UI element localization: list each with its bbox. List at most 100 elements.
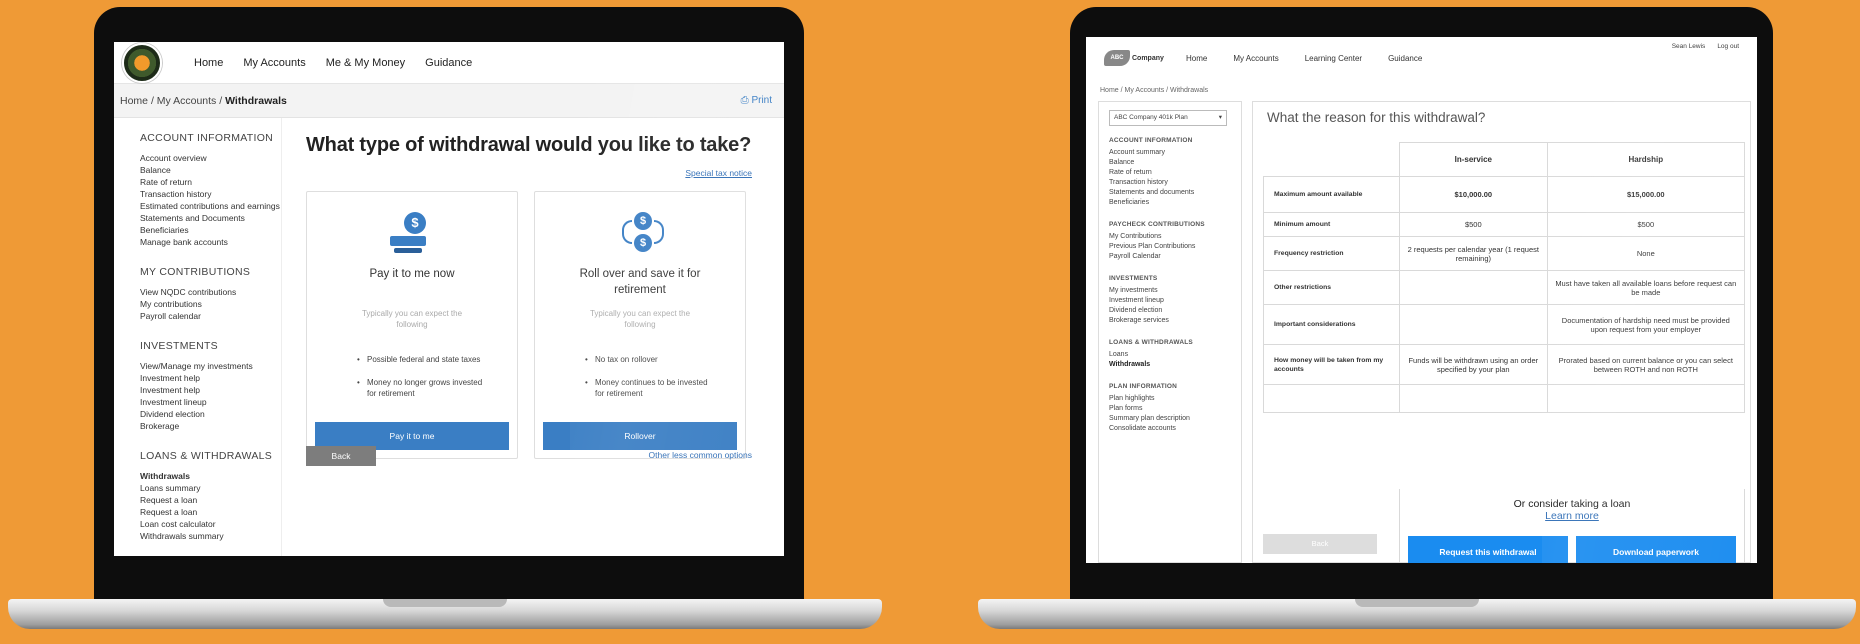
sidebar-item[interactable]: Loan cost calculator <box>140 518 281 530</box>
back-button[interactable]: Back <box>306 446 376 466</box>
download-paperwork-button[interactable]: Download paperwork <box>1576 536 1736 563</box>
sidebar-item-withdrawals[interactable]: Withdrawals <box>140 470 281 482</box>
sidebar-item[interactable]: Dividend election <box>140 408 281 420</box>
nav-me-and-my-money[interactable]: Me & My Money <box>326 57 405 69</box>
sidebar-item-withdrawals[interactable]: Withdrawals <box>1109 360 1241 370</box>
sidebar-item[interactable]: Beneficiaries <box>140 224 281 236</box>
sidebar-item[interactable]: Payroll Calendar <box>1109 252 1241 262</box>
sidebar-item[interactable]: View NQDC contributions <box>140 286 281 298</box>
sidebar-heading: ACCOUNT INFORMATION <box>1109 137 1193 144</box>
top-nav: Home My Accounts Me & My Money Guidance <box>114 42 784 84</box>
laptop-bezel: ABC Company Home My Accounts Learning Cen… <box>1070 7 1773 605</box>
page-title: What type of withdrawal would you like t… <box>306 134 752 156</box>
sidebar: ABC Company 401k Plan ▾ ACCOUNT INFORMATI… <box>1098 101 1242 563</box>
sidebar-item[interactable]: Beneficiaries <box>1109 198 1241 208</box>
option-card-rollover: $ $ Roll over and save it for retirement… <box>534 191 746 459</box>
sidebar-heading: INVESTMENTS <box>1109 275 1158 282</box>
sidebar-item[interactable]: Plan highlights <box>1109 394 1241 404</box>
table-row: Frequency restriction 2 requests per cal… <box>1263 236 1746 271</box>
nav-home[interactable]: Home <box>194 57 223 69</box>
sidebar-item[interactable]: Statements and Documents <box>140 212 281 224</box>
sidebar-item[interactable]: Rate of return <box>140 176 281 188</box>
sidebar-item[interactable]: Previous Plan Contributions <box>1109 242 1241 252</box>
sidebar-item[interactable]: Statements and documents <box>1109 188 1241 198</box>
sidebar-item[interactable]: Investment help <box>140 384 281 396</box>
sidebar-heading: PLAN INFORMATION <box>1109 383 1178 390</box>
sidebar-item[interactable]: Transaction history <box>140 188 281 200</box>
special-tax-notice-link[interactable]: Special tax notice <box>685 168 752 178</box>
main-content: What type of withdrawal would you like t… <box>282 118 784 556</box>
user-name[interactable]: Sean Lewis <box>1672 43 1706 50</box>
nav-learning-center[interactable]: Learning Center <box>1305 54 1362 63</box>
loan-callout: Or consider taking a loan Learn more Req… <box>1399 489 1745 563</box>
sidebar-item[interactable]: Account summary <box>1109 148 1241 158</box>
company-logo[interactable] <box>122 42 162 83</box>
withdrawal-comparison-table: In-service Hardship Maximum amount avail… <box>1263 142 1746 413</box>
sidebar-item[interactable]: Transaction history <box>1109 178 1241 188</box>
sidebar-item[interactable]: Plan forms <box>1109 404 1241 414</box>
sidebar-heading: MY CONTRIBUTIONS <box>140 266 251 278</box>
breadcrumb-home[interactable]: Home <box>120 95 148 107</box>
sidebar: ACCOUNT INFORMATION Account overview Bal… <box>114 118 282 556</box>
sidebar-heading: PAYCHECK CONTRIBUTIONS <box>1109 221 1205 228</box>
nav-guidance[interactable]: Guidance <box>425 57 472 69</box>
sidebar-item[interactable]: My contributions <box>140 298 281 310</box>
sidebar-item[interactable]: Loans <box>1109 350 1241 360</box>
option-title: Pay it to me now <box>369 268 455 280</box>
nav-my-accounts[interactable]: My Accounts <box>1233 54 1278 63</box>
nav-my-accounts[interactable]: My Accounts <box>243 57 305 69</box>
sidebar-item[interactable]: View/Manage my investments <box>140 360 281 372</box>
plan-select[interactable]: ABC Company 401k Plan ▾ <box>1109 110 1227 126</box>
top-nav: ABC Company Home My Accounts Learning Cen… <box>1086 37 1757 79</box>
other-options-link[interactable]: Other less common options <box>649 450 752 460</box>
laptop-base <box>978 599 1856 629</box>
option-title: Roll over and save it for retirement <box>579 268 701 296</box>
screen-withdrawal-reason: ABC Company Home My Accounts Learning Cen… <box>1086 37 1757 563</box>
option-bullet: Money continues to be invested for retir… <box>585 377 715 399</box>
option-expectation: Typically you can expect the following <box>589 309 691 329</box>
column-header-in-service: In-service <box>1399 142 1548 177</box>
sidebar-item[interactable]: Rate of return <box>1109 168 1241 178</box>
sidebar-item[interactable]: Balance <box>1109 158 1241 168</box>
cash-payout-icon: $ <box>390 212 434 256</box>
back-button[interactable]: Back <box>1263 534 1377 554</box>
sidebar-item[interactable]: Investment help <box>140 372 281 384</box>
sidebar-item[interactable]: Manage bank accounts <box>140 236 281 248</box>
sidebar-item[interactable]: Balance <box>140 164 281 176</box>
sidebar-item[interactable]: Investment lineup <box>1109 296 1241 306</box>
sidebar-item[interactable]: Payroll calendar <box>140 310 281 322</box>
sidebar-item[interactable]: Dividend election <box>1109 306 1241 316</box>
rollover-button[interactable]: Rollover <box>543 422 737 450</box>
rollover-exchange-icon: $ $ <box>618 212 664 256</box>
sidebar-item[interactable]: Brokerage <box>140 420 281 432</box>
sidebar-item[interactable]: Summary plan description <box>1109 414 1241 424</box>
logout-link[interactable]: Log out <box>1717 43 1739 50</box>
sidebar-item[interactable]: Investment lineup <box>140 396 281 408</box>
sidebar-item[interactable]: Account overview <box>140 152 281 164</box>
page-title: What the reason for this withdrawal? <box>1267 110 1486 125</box>
sidebar-item[interactable]: Brokerage services <box>1109 316 1241 326</box>
chevron-down-icon: ▾ <box>1218 114 1222 121</box>
sidebar-item[interactable]: Request a loan <box>140 506 281 518</box>
loan-text: Or consider taking a loan <box>1513 498 1631 510</box>
option-bullet: Possible federal and state taxes <box>357 354 487 365</box>
sidebar-item[interactable]: Loans summary <box>140 482 281 494</box>
nav-home[interactable]: Home <box>1186 54 1207 63</box>
table-row: Minimum amount $500 $500 <box>1263 212 1746 237</box>
sidebar-item[interactable]: Consolidate accounts <box>1109 424 1241 434</box>
breadcrumb[interactable]: Home / My Accounts / Withdrawals <box>1086 79 1757 101</box>
sidebar-item[interactable]: My Contributions <box>1109 232 1241 242</box>
request-withdrawal-button[interactable]: Request this withdrawal <box>1408 536 1568 563</box>
table-row: Important considerations Documentation o… <box>1263 304 1746 345</box>
sidebar-item[interactable]: Withdrawals summary <box>140 530 281 542</box>
sidebar-heading: LOANS & WITHDRAWALS <box>1109 339 1193 346</box>
nav-guidance[interactable]: Guidance <box>1388 54 1422 63</box>
sidebar-item[interactable]: My investments <box>1109 286 1241 296</box>
sidebar-item[interactable]: Request a loan <box>140 494 281 506</box>
company-logo[interactable]: ABC Company <box>1104 49 1164 67</box>
sidebar-heading: INVESTMENTS <box>140 340 218 352</box>
breadcrumb-my-accounts[interactable]: My Accounts <box>157 95 217 107</box>
learn-more-link[interactable]: Learn more <box>1400 510 1744 522</box>
print-link[interactable]: ⎙ Print <box>741 95 772 106</box>
sidebar-item[interactable]: Estimated contributions and earnings <box>140 200 281 212</box>
